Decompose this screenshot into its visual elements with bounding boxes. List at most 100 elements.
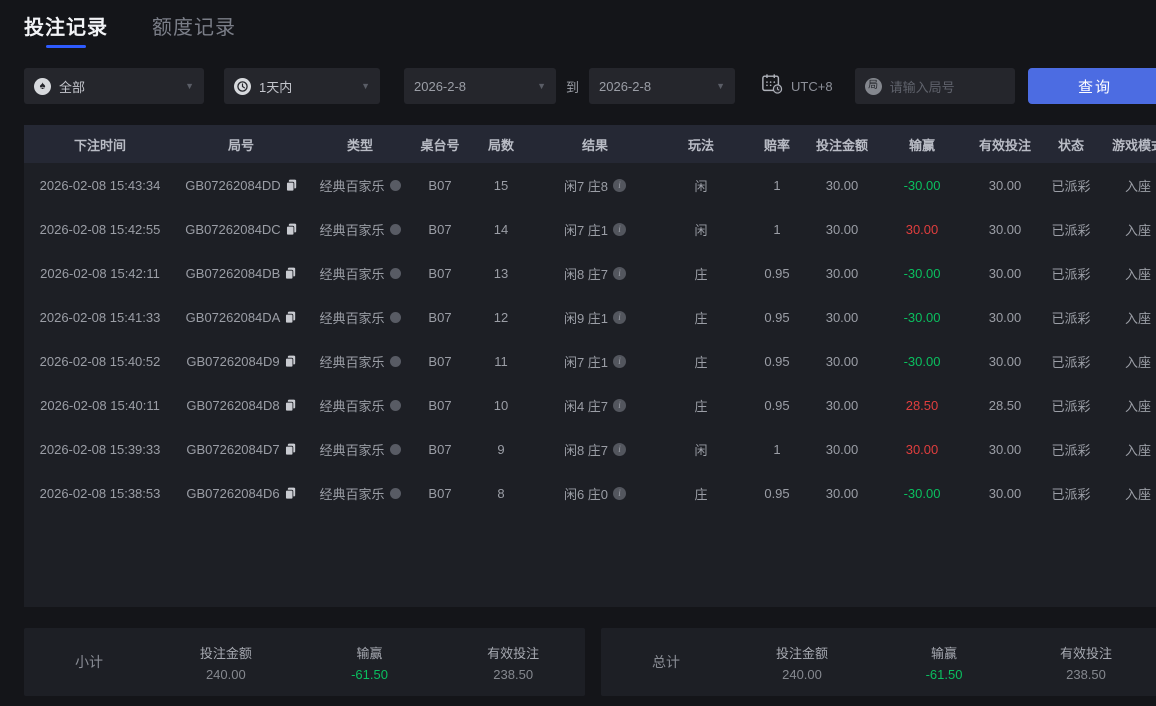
column-header: 局数 [487,137,514,153]
copy-icon[interactable] [285,223,297,236]
game-mode-cell: 入座 [1124,354,1151,370]
table-no-cell: B07 [428,441,452,457]
calendar-clock-icon [761,73,783,99]
result-info-icon[interactable]: i [613,486,627,500]
table-row: 2026-02-08 15:38:53 GB07262084D6 经典百家乐 B… [24,471,1156,515]
valid-bet-cell: 30.00 [988,485,1022,501]
table-row: 2026-02-08 15:41:33 GB07262084DA 经典百家乐 B… [24,295,1156,339]
game-type-cell: 经典百家乐 [306,352,414,371]
odds-cell: 0.95 [764,397,790,413]
table-header-row: 下注时间 局号 类型 桌台号 局数 结果 玩法 赔率 投注金额 输赢 有效投注 状态 游戏模式 [24,125,1156,163]
bet-amount-cell: 30.00 [825,265,859,281]
winloss-cell: 30.00 [905,441,939,457]
play-type-cell: 庄 [694,354,708,370]
winloss-cell: -30.00 [903,485,941,501]
play-type-cell: 闲 [694,222,708,238]
round-id-search-input[interactable]: 局 请输入局号 [854,68,1015,104]
game-type-cell: 经典百家乐 [306,484,414,503]
round-no-cell: 8 [497,485,505,501]
time-range-value: 1天内 [259,79,293,95]
clock-icon [234,77,251,95]
copy-icon[interactable] [284,443,296,456]
bet-time-cell: 2026-02-08 15:43:34 [39,177,161,193]
game-mode-cell: 入座 [1124,266,1151,282]
column-header: 状态 [1057,137,1084,153]
winloss-cell: -30.00 [903,177,941,193]
table-no-cell: B07 [428,485,452,501]
game-type-cell: 经典百家乐 [306,264,414,283]
total-label: 总计 [652,654,680,670]
status-cell: 已派彩 [1051,222,1091,238]
status-cell: 已派彩 [1051,266,1091,282]
valid-bet-cell: 30.00 [988,177,1022,193]
round-id-cell: GB07262084D6 [176,486,306,501]
round-id-cell: GB07262084DC [176,222,306,237]
table-body: 2026-02-08 15:43:34 GB07262084DD 经典百家乐 B… [24,163,1156,515]
column-header: 输赢 [908,137,935,153]
result-info-icon[interactable]: i [613,398,627,412]
table-row: 2026-02-08 15:39:33 GB07262084D7 经典百家乐 B… [24,427,1156,471]
game-type-cell: 经典百家乐 [306,220,414,239]
table-row: 2026-02-08 15:43:34 GB07262084DD 经典百家乐 B… [24,163,1156,207]
chevron-down-icon: ▼ [185,81,194,91]
result-cell: 闲9 庄1 i [536,308,654,327]
play-type-cell: 庄 [694,398,708,414]
result-info-icon[interactable]: i [613,178,627,192]
bet-time-cell: 2026-02-08 15:42:11 [40,265,160,281]
subtotal-valid-bet: 有效投注 238.50 [487,645,540,682]
play-type-cell: 庄 [694,486,708,502]
game-mode-cell: 入座 [1124,310,1151,326]
result-info-icon[interactable]: i [613,310,627,324]
game-type-dot-icon [389,399,401,411]
game-type-dot-icon [389,311,401,323]
bet-time-cell: 2026-02-08 15:40:11 [40,397,160,413]
date-from-select[interactable]: 2026-2-8 ▼ [404,68,556,104]
copy-icon[interactable] [284,487,296,500]
copy-icon[interactable] [284,399,296,412]
date-from-value: 2026-2-8 [414,78,467,94]
filter-bar: ♠ 全部 ▼ 1天内 ▼ 2026-2-8 ▼ 到 2026-2-8 ▼ UTC… [24,68,1156,104]
result-info-icon[interactable]: i [613,222,627,236]
copy-icon[interactable] [284,355,296,368]
total-valid-bet: 有效投注 238.50 [1059,645,1112,682]
bet-time-cell: 2026-02-08 15:41:33 [39,309,161,325]
copy-icon[interactable] [285,311,296,324]
status-cell: 已派彩 [1051,354,1091,370]
bet-amount-cell: 30.00 [825,397,859,413]
odds-cell: 1 [773,177,781,193]
bet-amount-cell: 30.00 [825,309,859,325]
game-type-select[interactable]: ♠ 全部 ▼ [24,68,204,104]
date-to-select[interactable]: 2026-2-8 ▼ [589,68,736,104]
odds-cell: 1 [773,221,781,237]
date-range-to-label: 到 [566,79,580,95]
bet-amount-cell: 30.00 [825,353,859,369]
bet-amount-cell: 30.00 [825,221,859,237]
query-button[interactable]: 查询 [1028,68,1156,104]
game-type-dot-icon [389,443,401,455]
result-info-icon[interactable]: i [613,442,627,456]
total-bet-amount: 投注金额 240.00 [775,645,828,682]
game-mode-cell: 入座 [1124,178,1151,194]
column-header: 赔率 [763,137,790,153]
copy-icon[interactable] [285,267,296,280]
status-cell: 已派彩 [1051,442,1091,458]
copy-icon[interactable] [285,179,297,192]
time-range-select[interactable]: 1天内 ▼ [224,68,380,104]
play-type-cell: 闲 [694,442,708,458]
bet-time-cell: 2026-02-08 15:40:52 [39,353,161,369]
tab-bet-records[interactable]: 投注记录 [24,11,108,50]
column-header: 有效投注 [978,137,1031,153]
bet-amount-cell: 30.00 [825,485,859,501]
round-id-placeholder: 请输入局号 [889,79,955,95]
status-cell: 已派彩 [1051,178,1091,194]
result-info-icon[interactable]: i [613,354,627,368]
result-cell: 闲4 庄7 i [536,396,654,415]
round-id-cell: GB07262084DD [176,178,306,193]
tab-quota-records[interactable]: 额度记录 [152,11,236,50]
game-type-dot-icon [389,267,401,279]
chevron-down-icon: ▼ [361,81,370,91]
round-id-cell: GB07262084D9 [176,354,306,369]
result-info-icon[interactable]: i [613,266,627,280]
subtotal-label: 小计 [75,654,103,670]
timezone-indicator: UTC+8 [761,73,833,99]
